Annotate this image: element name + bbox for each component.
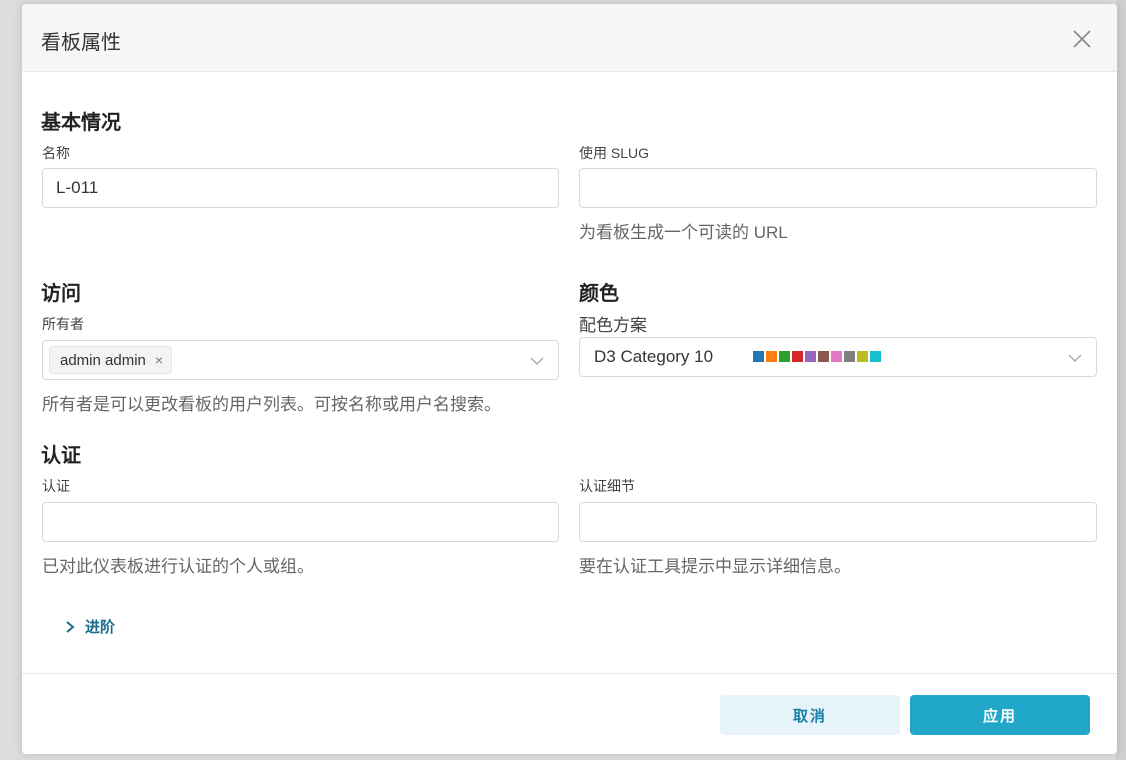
certification-section-title: 认证 (41, 445, 81, 467)
advanced-toggle[interactable]: 进阶 (65, 616, 115, 637)
modal-footer: 取消 应用 (22, 673, 1117, 754)
owner-tag: admin admin × (49, 346, 173, 374)
color-swatch (844, 351, 855, 362)
slug-input[interactable] (579, 168, 1097, 208)
dashboard-properties-modal: 看板属性 基本情况 名称 使用 SLUG 为看板生成一个可读的 URL 访问 所… (22, 4, 1117, 754)
color-scheme-label: 配色方案 (579, 316, 647, 335)
name-input[interactable] (42, 168, 559, 208)
color-swatch (818, 351, 829, 362)
color-swatch (753, 351, 764, 362)
modal-header: 看板属性 (22, 4, 1117, 72)
certification-details-help-text: 要在认证工具提示中显示详细信息。 (579, 557, 851, 576)
color-swatch (857, 351, 868, 362)
color-swatch (805, 351, 816, 362)
slug-help-text: 为看板生成一个可读的 URL (579, 223, 788, 242)
color-swatch (779, 351, 790, 362)
modal-title: 看板属性 (41, 32, 121, 54)
remove-owner-icon[interactable]: × (155, 352, 163, 368)
owners-help-text: 所有者是可以更改看板的用户列表。可按名称或用户名搜索。 (42, 395, 501, 414)
color-swatch (766, 351, 777, 362)
color-swatches (753, 351, 881, 362)
certification-help-text: 已对此仪表板进行认证的个人或组。 (42, 557, 314, 576)
certification-details-label: 认证细节 (579, 478, 635, 494)
basic-section-title: 基本情况 (41, 112, 121, 134)
color-section-title: 颜色 (579, 283, 619, 305)
chevron-right-icon (66, 620, 75, 633)
owners-label: 所有者 (42, 316, 84, 332)
cancel-button[interactable]: 取消 (720, 695, 900, 735)
color-swatch (792, 351, 803, 362)
certification-label: 认证 (42, 478, 70, 494)
color-scheme-value: D3 Category 10 (594, 347, 714, 366)
apply-button[interactable]: 应用 (910, 695, 1090, 735)
color-swatch (870, 351, 881, 362)
certification-details-input[interactable] (579, 502, 1097, 542)
owner-tag-label: admin admin (60, 351, 146, 369)
owners-select[interactable]: admin admin × (42, 340, 559, 380)
close-icon[interactable] (1071, 28, 1093, 50)
certification-input[interactable] (42, 502, 559, 542)
chevron-down-icon[interactable] (1068, 351, 1082, 365)
slug-label: 使用 SLUG (579, 145, 650, 161)
color-scheme-select[interactable]: D3 Category 10 (579, 337, 1097, 377)
chevron-down-icon[interactable] (530, 354, 544, 368)
access-section-title: 访问 (41, 283, 81, 305)
advanced-label: 进阶 (85, 619, 116, 636)
name-label: 名称 (42, 145, 70, 161)
color-swatch (831, 351, 842, 362)
